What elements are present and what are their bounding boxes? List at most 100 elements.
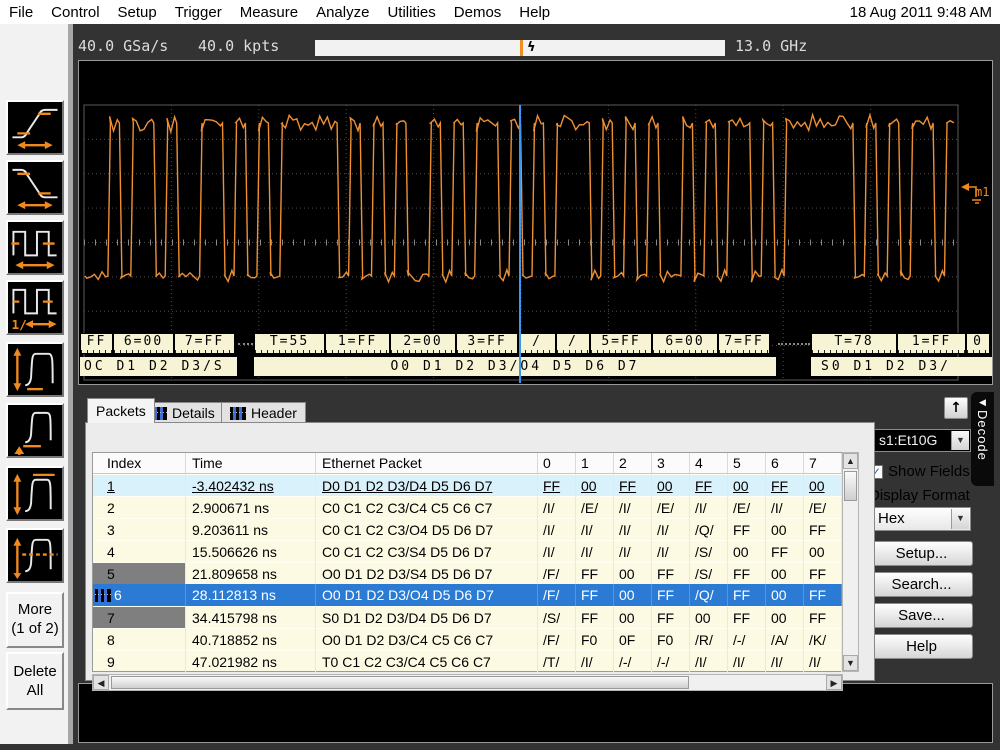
packet-time: 40.718852 ns [186,628,316,650]
packet-byte-7: /K/ [804,628,842,650]
menu-file[interactable]: File [0,4,42,21]
horizontal-scroll-thumb[interactable] [111,676,689,689]
chevron-down-icon[interactable]: ▼ [951,431,969,450]
packet-byte-4: /R/ [690,628,728,650]
setup-button[interactable]: Setup... [870,541,973,566]
packet-byte-4: /I/ [690,650,728,672]
scroll-right-arrow[interactable]: ▶ [826,675,842,690]
packet-byte-2: /I/ [614,518,652,540]
horizontal-scrollbar[interactable]: ◀ ▶ [92,674,843,691]
packet-row[interactable]: 947.021982 nsT0 C1 C2 C3/C4 C5 C6 C7/T//… [93,650,842,672]
packet-byte-1: FF [576,562,614,584]
memory-depth: 40.0 kpts [198,37,279,55]
tab-header[interactable]: Header [221,402,306,423]
packet-byte-1: /I/ [576,540,614,562]
packet-byte-0: /T/ [538,650,576,672]
packet-byte-7: 00 [804,540,842,562]
decode-field-value: 0 [965,334,989,353]
show-fields-option[interactable]: ✓ Show Fields [869,463,970,480]
decode-side-tab[interactable]: ◀ Decode [971,392,994,486]
packet-byte-5: FF [728,584,766,606]
packet-time: 21.809658 ns [186,562,316,584]
decode-field-value: 6=00 [112,334,173,353]
packet-byte-3: /I/ [652,540,690,562]
fall-time-measure-button[interactable] [6,160,64,215]
packet-row[interactable]: 840.718852 nsO0 D1 D2 D3/C4 C5 C6 C7/F/F… [93,628,842,650]
average-measure-button[interactable] [6,528,64,583]
packet-row[interactable]: 415.506626 nsC0 C1 C2 C3/S4 D5 D6 D7/I//… [93,540,842,562]
decode-source-select[interactable]: s1:Et10G ▼ [872,429,971,452]
packet-row[interactable]: 521.809658 nsO0 D1 D2 D3/S4 D5 D6 D7/F/F… [93,562,842,584]
search-button[interactable]: Search... [870,572,973,597]
packet-row[interactable]: 628.112813 nsO0 D1 D2 D3/O4 D5 D6 D7/F/F… [93,584,842,606]
minimum-measure-button[interactable] [6,403,64,458]
packet-name: D0 D1 D2 D3/D4 D5 D6 D7 [316,474,538,496]
packet-index-cell: 9 [93,650,186,672]
packet-row[interactable]: 1-3.402432 nsD0 D1 D2 D3/D4 D5 D6 D7FF00… [93,474,842,496]
scroll-down-arrow[interactable]: ▼ [843,655,858,671]
menu-analyze[interactable]: Analyze [307,4,378,21]
packet-byte-2: 00 [614,606,652,628]
peak-peak-icon [8,344,62,395]
help-button[interactable]: Help [870,634,973,659]
waveform-display[interactable]: m1 FF6=007=FFOC D1 D2 D3/ST=551=FF2=003=… [78,60,993,385]
packet-time: 34.415798 ns [186,606,316,628]
timebase-cursor[interactable] [519,105,521,383]
column-header-byte1: 1 [576,453,614,473]
packet-byte-5: FF [728,606,766,628]
packet-byte-3: /-/ [652,650,690,672]
menu-control[interactable]: Control [42,4,108,21]
packet-time: -3.402432 ns [186,474,316,496]
save-button[interactable]: Save... [870,603,973,628]
period-measure-button[interactable] [6,220,64,275]
menu-setup[interactable]: Setup [109,4,166,21]
menu-trigger[interactable]: Trigger [166,4,231,21]
packet-byte-0: /F/ [538,628,576,650]
column-header-ethernet-packet: Ethernet Packet [316,453,538,473]
peak-peak-measure-button[interactable] [6,342,64,397]
packet-byte-7: FF [804,562,842,584]
packets-table-body: IndexTimeEthernet Packet01234567 1-3.402… [85,422,875,681]
column-header-byte3: 3 [652,453,690,473]
horizontal-position-slider[interactable]: ϟ [315,40,725,56]
panel-collapse-button[interactable]: ↑ [944,397,968,419]
maximum-measure-button[interactable] [6,466,64,521]
packet-time: 2.900671 ns [186,496,316,518]
chevron-down-icon[interactable]: ▼ [951,509,969,529]
packet-row[interactable]: 22.900671 nsC0 C1 C2 C3/C4 C5 C6 C7/I//E… [93,496,842,518]
column-header-byte6: 6 [766,453,804,473]
packet-byte-1: 00 [576,474,614,496]
more-button[interactable]: More (1 of 2) [6,592,64,648]
menu-utilities[interactable]: Utilities [378,4,444,21]
vertical-scrollbar[interactable]: ▲ ▼ [842,452,859,672]
packet-byte-4: /I/ [690,496,728,518]
decode-field-row: T=781=FF0 [811,333,992,354]
scroll-up-arrow[interactable]: ▲ [843,453,858,469]
decode-field-value: 1=FF [324,334,389,353]
display-format-select[interactable]: Hex ▼ [870,507,971,531]
decode-field-value: 6=00 [651,334,717,353]
menu-help[interactable]: Help [510,4,559,21]
menu-measure[interactable]: Measure [231,4,307,21]
frequency-measure-button[interactable]: 1/ [6,280,64,335]
packet-byte-3: F0 [652,628,690,650]
rise-time-measure-button[interactable] [6,100,64,155]
svg-text:m1: m1 [975,185,989,199]
packet-byte-5: FF [728,562,766,584]
left-arrow-icon: ◀ [979,397,986,407]
packet-byte-1: FF [576,606,614,628]
packet-name: O0 D1 D2 D3/S4 D5 D6 D7 [316,562,538,584]
packet-time: 15.506626 ns [186,540,316,562]
delete-all-button[interactable]: Delete All [6,652,64,710]
tab-packets[interactable]: Packets [87,398,155,423]
scroll-left-arrow[interactable]: ◀ [93,675,109,690]
packet-byte-7: 00 [804,474,842,496]
display-format-value: Hex [878,508,905,530]
packet-byte-5: 00 [728,474,766,496]
sample-rate: 40.0 GSa/s [78,37,168,55]
packet-row[interactable]: 39.203611 nsC0 C1 C2 C3/O4 D5 D6 D7/I//I… [93,518,842,540]
vertical-scroll-thumb[interactable] [844,471,857,501]
menu-demos[interactable]: Demos [445,4,511,21]
packet-row[interactable]: 734.415798 nsS0 D1 D2 D3/D4 D5 D6 D7/S/F… [93,606,842,628]
results-area [78,683,993,743]
